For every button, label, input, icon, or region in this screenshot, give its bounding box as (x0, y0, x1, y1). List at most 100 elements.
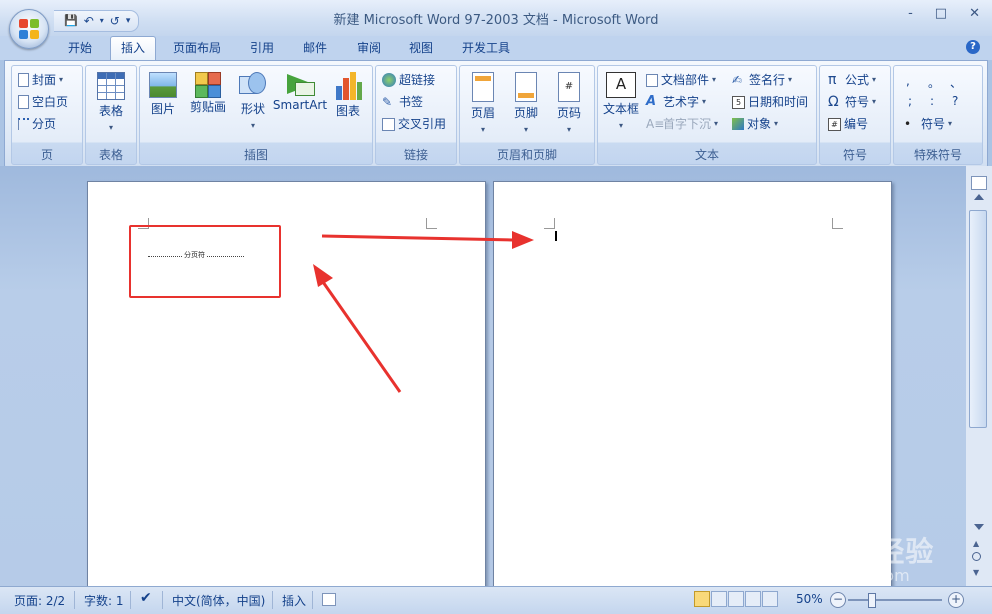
window-controls: - □ ✕ (908, 6, 980, 21)
help-icon[interactable]: ? (966, 40, 980, 54)
macro-record-icon[interactable] (322, 593, 336, 606)
zoom-out-button[interactable]: − (830, 592, 846, 608)
language-indicator[interactable]: 中文(简体，中国) (172, 592, 265, 609)
watermark-url: jingyan.baidu.com (762, 566, 910, 585)
tab-developer[interactable]: 开发工具 (452, 38, 520, 58)
status-divider (74, 591, 75, 609)
drop-cap-button[interactable]: A≡ 首字下沉 ▾ (646, 114, 718, 134)
tab-insert[interactable]: 插入 (110, 36, 157, 61)
clip-art-icon (195, 72, 221, 98)
quick-parts-button[interactable]: 文档部件 ▾ (646, 70, 716, 90)
previous-page-icon[interactable]: ▲ (973, 539, 979, 548)
group-label-table: 表格 (98, 148, 123, 162)
special-char-colon[interactable]: : (930, 94, 934, 108)
smartart-icon (285, 72, 315, 96)
date-time-button[interactable]: 5 日期和时间 (732, 92, 808, 112)
more-symbols-button[interactable]: • 符号 ▾ (904, 114, 952, 134)
next-page-icon[interactable]: ▼ (973, 568, 979, 577)
scroll-up-arrow-icon[interactable] (974, 194, 984, 200)
equation-button[interactable]: π 公式 ▾ (828, 70, 876, 90)
hyperlink-button[interactable]: 超链接 (382, 70, 435, 90)
picture-icon (149, 72, 177, 98)
footer-icon (515, 72, 537, 102)
special-char-question[interactable]: ? (952, 94, 958, 108)
tab-mailings[interactable]: 邮件 (293, 38, 337, 58)
bookmark-button[interactable]: ✎ 书签 (382, 92, 423, 112)
word-count[interactable]: 字数: 1 (84, 592, 124, 609)
object-icon (732, 118, 744, 130)
shapes-button[interactable]: 形状 ▾ (231, 72, 275, 131)
special-char-enumeration-comma[interactable]: 、 (950, 74, 962, 91)
cross-reference-button[interactable]: 交叉引用 (382, 114, 446, 134)
close-button[interactable]: ✕ (969, 6, 980, 21)
print-layout-view-icon[interactable] (694, 591, 710, 607)
signature-line-icon: ✍ (732, 73, 743, 87)
tab-view[interactable]: 视图 (399, 38, 443, 58)
web-layout-view-icon[interactable] (728, 591, 744, 607)
ruler-toggle-icon[interactable] (971, 176, 987, 190)
office-logo-icon (19, 19, 39, 39)
scroll-thumb[interactable] (969, 210, 987, 428)
group-label-illustrations: 插图 (243, 148, 268, 162)
ribbon: 封面 ▾ 空白页 分页 页 表格 ▾ 表格 图片 剪贴画 形状 ▾ SmartA… (4, 60, 988, 168)
zoom-in-button[interactable]: + (948, 592, 964, 608)
special-char-period[interactable]: 。 (928, 74, 940, 91)
group-symbols: π 公式 ▾ Ω 符号 ▾ # 编号 符号 (819, 65, 891, 165)
special-char-semicolon[interactable]: ; (908, 94, 912, 108)
table-button[interactable]: 表格 ▾ (89, 72, 133, 133)
object-button[interactable]: 对象 ▾ (732, 114, 778, 134)
tab-review[interactable]: 审阅 (347, 38, 391, 58)
zoom-level[interactable]: 50% (796, 592, 823, 606)
office-button[interactable] (9, 9, 49, 49)
chart-button[interactable]: 图表 (326, 72, 370, 119)
tab-references[interactable]: 引用 (240, 38, 284, 58)
browse-object-icon[interactable] (972, 552, 981, 561)
outline-view-icon[interactable] (745, 591, 761, 607)
zoom-slider-thumb[interactable] (868, 593, 876, 608)
group-label-links: 链接 (403, 148, 428, 162)
status-divider (312, 591, 313, 609)
status-divider (130, 591, 131, 609)
group-illustrations: 图片 剪贴画 形状 ▾ SmartArt 图表 插图 (139, 65, 373, 165)
blank-page-button[interactable]: 空白页 (18, 92, 68, 112)
calendar-icon: 5 (732, 95, 745, 109)
tab-home[interactable]: 开始 (58, 38, 102, 58)
vertical-scrollbar[interactable]: ▲ ▼ (966, 166, 992, 586)
clip-art-button[interactable]: 剪贴画 (185, 72, 231, 115)
tab-page-layout[interactable]: 页面布局 (163, 38, 231, 58)
wordart-button[interactable]: A 艺术字 ▾ (646, 92, 706, 112)
cover-page-button[interactable]: 封面 ▾ (18, 70, 63, 90)
special-char-comma[interactable]: , (906, 74, 910, 88)
group-pages: 封面 ▾ 空白页 分页 页 (11, 65, 83, 165)
signature-line-button[interactable]: ✍ 签名行 ▾ (732, 70, 792, 90)
maximize-button[interactable]: □ (935, 6, 947, 21)
view-buttons (694, 591, 778, 607)
zoom-slider-track[interactable] (848, 599, 942, 601)
page-number-button[interactable]: # 页码 ▾ (547, 72, 591, 135)
text-box-button[interactable]: A 文本框 ▾ (599, 72, 643, 131)
annotation-highlight-box (129, 225, 281, 298)
footer-button[interactable]: 页脚 ▾ (504, 72, 548, 135)
window-title: 新建 Microsoft Word 97-2003 文档 - Microsoft… (333, 13, 659, 28)
margin-corner-mark (544, 218, 555, 229)
full-screen-reading-view-icon[interactable] (711, 591, 727, 607)
shapes-icon (239, 72, 267, 98)
numbering-button[interactable]: # 编号 (828, 114, 868, 134)
page-break-button[interactable]: 分页 (18, 114, 56, 134)
bar-chart-icon (334, 72, 362, 100)
scroll-down-arrow-icon[interactable] (974, 524, 984, 530)
proofing-icon[interactable]: ✔ (140, 590, 152, 606)
picture-button[interactable]: 图片 (141, 72, 185, 117)
status-divider (272, 591, 273, 609)
bullet-icon: • (904, 117, 912, 131)
group-label-symbols: 符号 (842, 148, 867, 162)
header-button[interactable]: 页眉 ▾ (461, 72, 505, 135)
smartart-button[interactable]: SmartArt (272, 72, 328, 112)
watermark-brand: Bai du 经验 (760, 535, 935, 568)
margin-corner-mark (426, 218, 437, 229)
symbol-button[interactable]: Ω 符号 ▾ (828, 92, 876, 112)
insert-mode-indicator[interactable]: 插入 (282, 592, 306, 609)
minimize-button[interactable]: - (908, 6, 913, 21)
draft-view-icon[interactable] (762, 591, 778, 607)
page-count[interactable]: 页面: 2/2 (14, 592, 65, 609)
